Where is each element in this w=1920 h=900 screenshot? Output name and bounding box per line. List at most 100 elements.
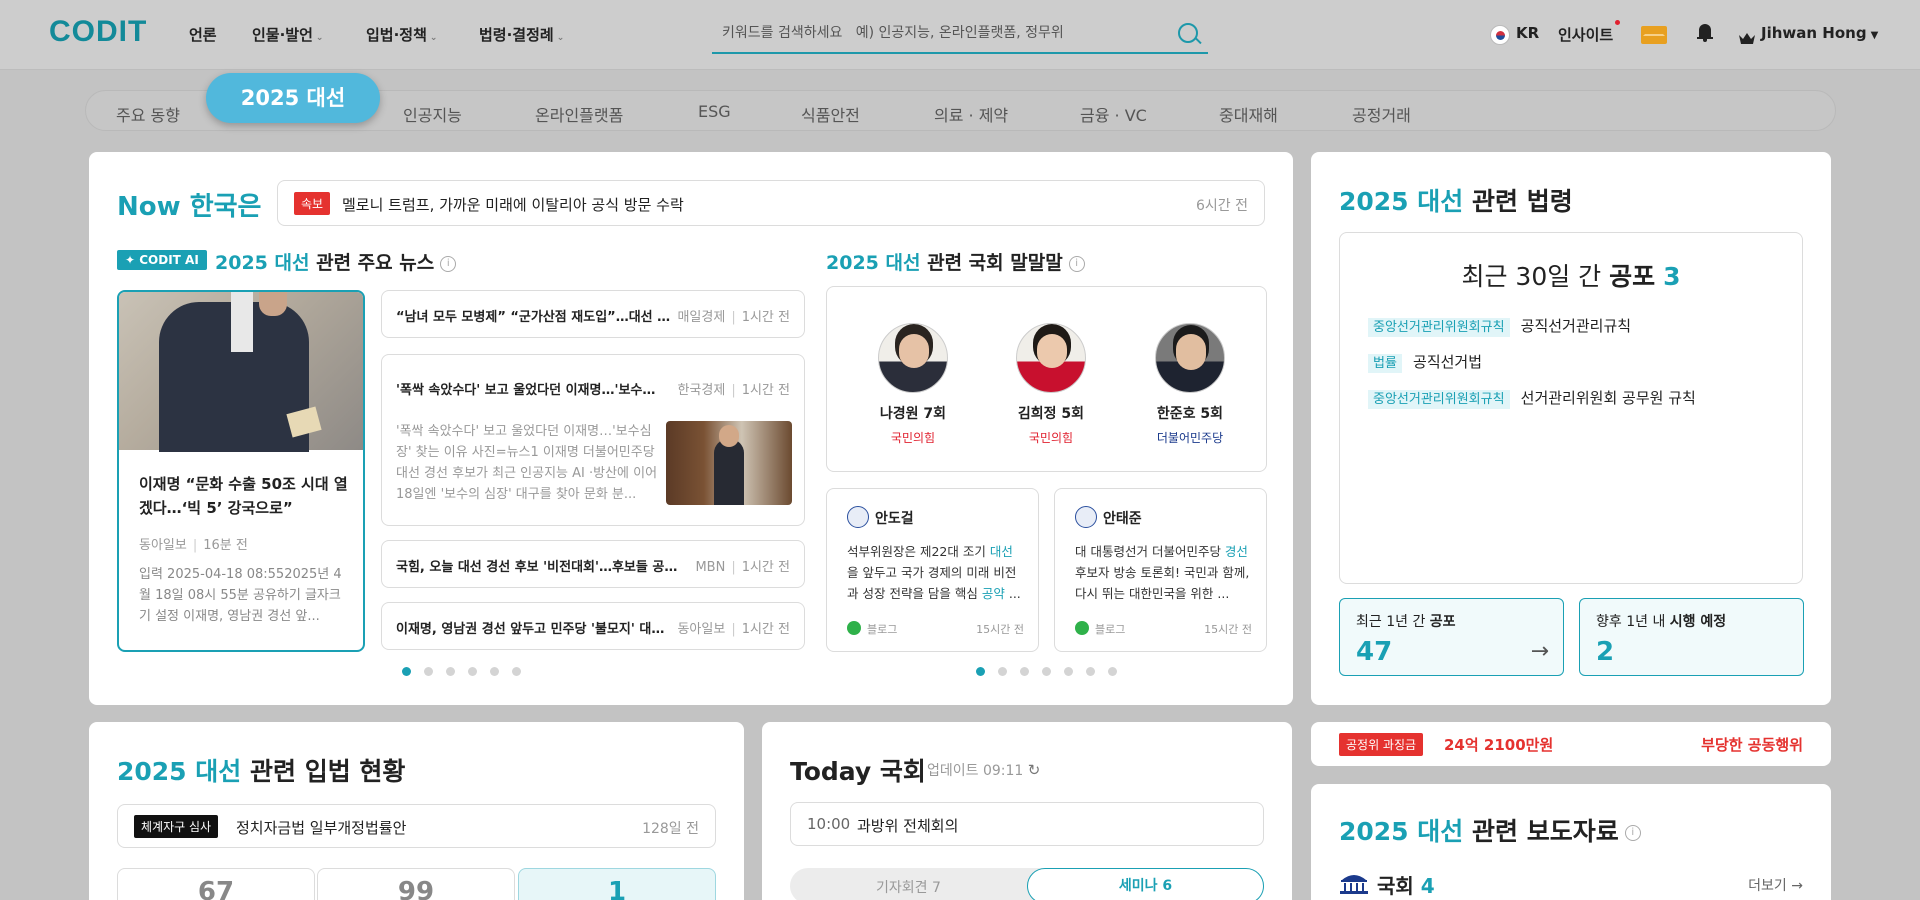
featured-news-meta: 동아일보 | 16분 전	[139, 538, 248, 553]
pagination-dot[interactable]	[1064, 667, 1073, 676]
news-item[interactable]: “남녀 모두 모병제” “군가산점 재도입”…대선 경선 후보들 공약 매일경제…	[381, 290, 805, 338]
news-item-expanded[interactable]: '폭싹 속았수다' 보고 울었다던 이재명…'보수심장' 대구로 한국경제|1시…	[381, 354, 805, 526]
pagination-dot[interactable]	[1042, 667, 1051, 676]
lawmaker-name: 한준호 5회	[1156, 406, 1224, 422]
national-assembly-icon	[1339, 872, 1369, 894]
featured-news-image	[119, 292, 363, 452]
lawmaker-name: 나경원 7회	[879, 406, 947, 422]
user-menu[interactable]: Jihwan Hong ▼	[1761, 24, 1878, 42]
pagination-dot[interactable]	[490, 667, 499, 676]
refresh-icon[interactable]: ↻	[1028, 761, 1041, 779]
tab-medical-pharma[interactable]: 의료 · 제약	[934, 102, 1008, 126]
chevron-down-icon: ⌄	[556, 33, 565, 43]
tab-esg[interactable]: ESG	[698, 102, 731, 121]
featured-news-card[interactable]: 이재명 “문화 수출 50조 시대 열겠다…‘빅 5’ 강국으로” 동아일보 | 1…	[117, 290, 365, 652]
pagination-dot[interactable]	[1086, 667, 1095, 676]
breaking-news-bar[interactable]: 속보 멜로니 트럼프, 가까운 미래에 이탈리아 공식 방문 수락 6시간 전	[277, 180, 1265, 226]
pagination-dot[interactable]	[446, 667, 455, 676]
lawmaker-ranking: 나경원 7회 국민의힘 김희정 5회 국민의힘 한준호 5회 더불어민주당	[826, 286, 1267, 472]
tab-main-trends[interactable]: 주요 동향	[116, 102, 180, 126]
news-item[interactable]: 국힘, 오늘 대선 경선 후보 '비전대회'…후보들 공약 발표 MBN | 1시간…	[381, 540, 805, 588]
more-link[interactable]: 더보기 →	[1748, 875, 1803, 895]
codit-logo[interactable]: CODIT	[49, 15, 147, 49]
tab-serious-accident[interactable]: 중대재해	[1219, 102, 1278, 126]
law-item[interactable]: 중앙선거관리위원회규칙 공직선거관리규칙	[1368, 315, 1631, 337]
breaking-time: 6시간 전	[1196, 198, 1248, 214]
pagination-dot[interactable]	[1108, 667, 1117, 676]
tab-finance-vc[interactable]: 금융 · VC	[1080, 102, 1147, 126]
news-item-meta: 한국경제 | 1시간 전	[677, 383, 790, 398]
lawmaker-card[interactable]: 한준호 5회 더불어민주당	[1140, 323, 1240, 446]
pagination-dot[interactable]	[998, 667, 1007, 676]
featured-news-title[interactable]: 이재명 “문화 수출 50조 시대 열겠다…‘빅 5’ 강국으로”	[139, 472, 349, 520]
quote-source: 블로그	[867, 623, 898, 636]
tab-2025-election[interactable]: 2025 대선	[206, 73, 380, 123]
law-item[interactable]: 법률 공직선거법	[1368, 351, 1482, 373]
korea-flag-icon[interactable]	[1490, 25, 1510, 45]
lawmaker-photo	[1016, 323, 1086, 393]
breaking-headline[interactable]: 멜로니 트럼프, 가까운 미래에 이탈리아 공식 방문 수락	[342, 194, 684, 215]
tab-ai[interactable]: 인공지능	[403, 102, 462, 126]
schedule-item[interactable]: 10:00 과방위 전체회의	[790, 802, 1264, 846]
tab-fair-trade[interactable]: 공정거래	[1352, 102, 1411, 126]
info-icon[interactable]: i	[1624, 825, 1641, 841]
news-item[interactable]: 이재명, 영남권 경선 앞두고 민주당 '불모지' 대구 찾아 동아일보 | 1시간…	[381, 602, 805, 650]
press-heading: 2025 대선 관련 보도자료 i	[1339, 812, 1641, 848]
tab-online-platform[interactable]: 온라인플랫폼	[535, 102, 623, 126]
quote-card[interactable]: 안도걸 석부위원장은 제22대 조기 대선을 앞두고 국가 경제의 미래 비전과…	[826, 488, 1039, 652]
notification-dot	[1615, 20, 1620, 25]
fine-tag: 공정위 과징금	[1339, 733, 1424, 756]
nav-people[interactable]: 인물·발언 ⌄	[252, 24, 323, 45]
law-item[interactable]: 중앙선거관리위원회규칙 선거관리위원회 공무원 규칙	[1368, 387, 1696, 409]
nav-legislation[interactable]: 입법·정책 ⌄	[366, 24, 437, 45]
quote-speaker: 안태준	[1103, 511, 1142, 527]
quote-card[interactable]: 안태준 대 대통령선거 더불어민주당 경선 후보자 방송 토론회! 국민과 함께…	[1054, 488, 1267, 652]
language-selector[interactable]: KR	[1516, 24, 1539, 42]
pagination-dot[interactable]	[424, 667, 433, 676]
speech-pagination	[976, 667, 1117, 677]
stat-label: 향후 1년 내 시행 예정	[1596, 614, 1727, 630]
featured-news-excerpt: 입력 2025-04-18 08:552025년 4월 18일 08시 55분 …	[139, 567, 342, 624]
tab-food-safety[interactable]: 식품안전	[801, 102, 860, 126]
nav-press[interactable]: 언론	[189, 24, 217, 45]
crown-icon	[1739, 29, 1755, 44]
breaking-tag: 속보	[294, 192, 331, 215]
fine-amount: 24억 2100만원	[1444, 736, 1554, 754]
mail-icon[interactable]	[1641, 26, 1667, 44]
pagination-dot[interactable]	[976, 667, 985, 676]
legislation-count[interactable]: 99	[317, 868, 515, 900]
pagination-dot[interactable]	[512, 667, 521, 676]
pagination-dot[interactable]	[468, 667, 477, 676]
lawmaker-card[interactable]: 나경원 7회 국민의힘	[863, 323, 963, 446]
pagination-dot[interactable]	[1020, 667, 1029, 676]
press-org[interactable]: 국회 4	[1377, 870, 1435, 899]
stat-upcoming-enforcement[interactable]: 향후 1년 내 시행 예정 2	[1579, 598, 1804, 676]
pagination-dot[interactable]	[402, 667, 411, 676]
caret-down-icon: ▼	[1870, 30, 1879, 41]
update-time: 업데이트 09:11 ↻	[927, 761, 1041, 779]
bell-icon[interactable]	[1697, 24, 1713, 42]
insight-link[interactable]: 인사이트	[1558, 24, 1613, 45]
news-item-title: “남녀 모두 모병제” “군가산점 재도입”…대선 경선 후보들 공약	[396, 310, 674, 325]
info-icon[interactable]: i	[440, 255, 457, 272]
arrow-right-icon[interactable]: →	[1531, 639, 1549, 664]
bill-time: 128일 전	[642, 821, 699, 837]
tab-seminar[interactable]: 세미나 6	[1027, 868, 1264, 900]
blog-icon	[1075, 621, 1089, 635]
legislation-count[interactable]: 1	[518, 868, 716, 900]
search-icon[interactable]	[1178, 23, 1198, 43]
nav-laws[interactable]: 법령·결정례 ⌄	[479, 24, 564, 45]
fine-bar[interactable]: 공정위 과징금 24억 2100만원 부당한 공동행위	[1311, 722, 1831, 766]
info-icon[interactable]: i	[1068, 255, 1085, 272]
schedule-event: 과방위 전체회의	[857, 817, 959, 835]
lawmaker-avatar-icon	[847, 506, 869, 528]
bill-item[interactable]: 체계자구 심사 정치자금법 일부개정법률안 128일 전	[117, 804, 716, 848]
now-title: Now 한국은	[117, 192, 262, 222]
lawmaker-photo	[878, 323, 948, 393]
lawmaker-card[interactable]: 김희정 5회 국민의힘	[1001, 323, 1101, 446]
tab-press-conference[interactable]: 기자회견 7	[790, 877, 1027, 897]
search-input[interactable]	[722, 22, 1162, 44]
stat-promulgated-year[interactable]: 최근 1년 간 공포 47 →	[1339, 598, 1564, 676]
legislation-count[interactable]: 67	[117, 868, 315, 900]
lawmaker-party: 국민의힘	[1028, 431, 1074, 445]
